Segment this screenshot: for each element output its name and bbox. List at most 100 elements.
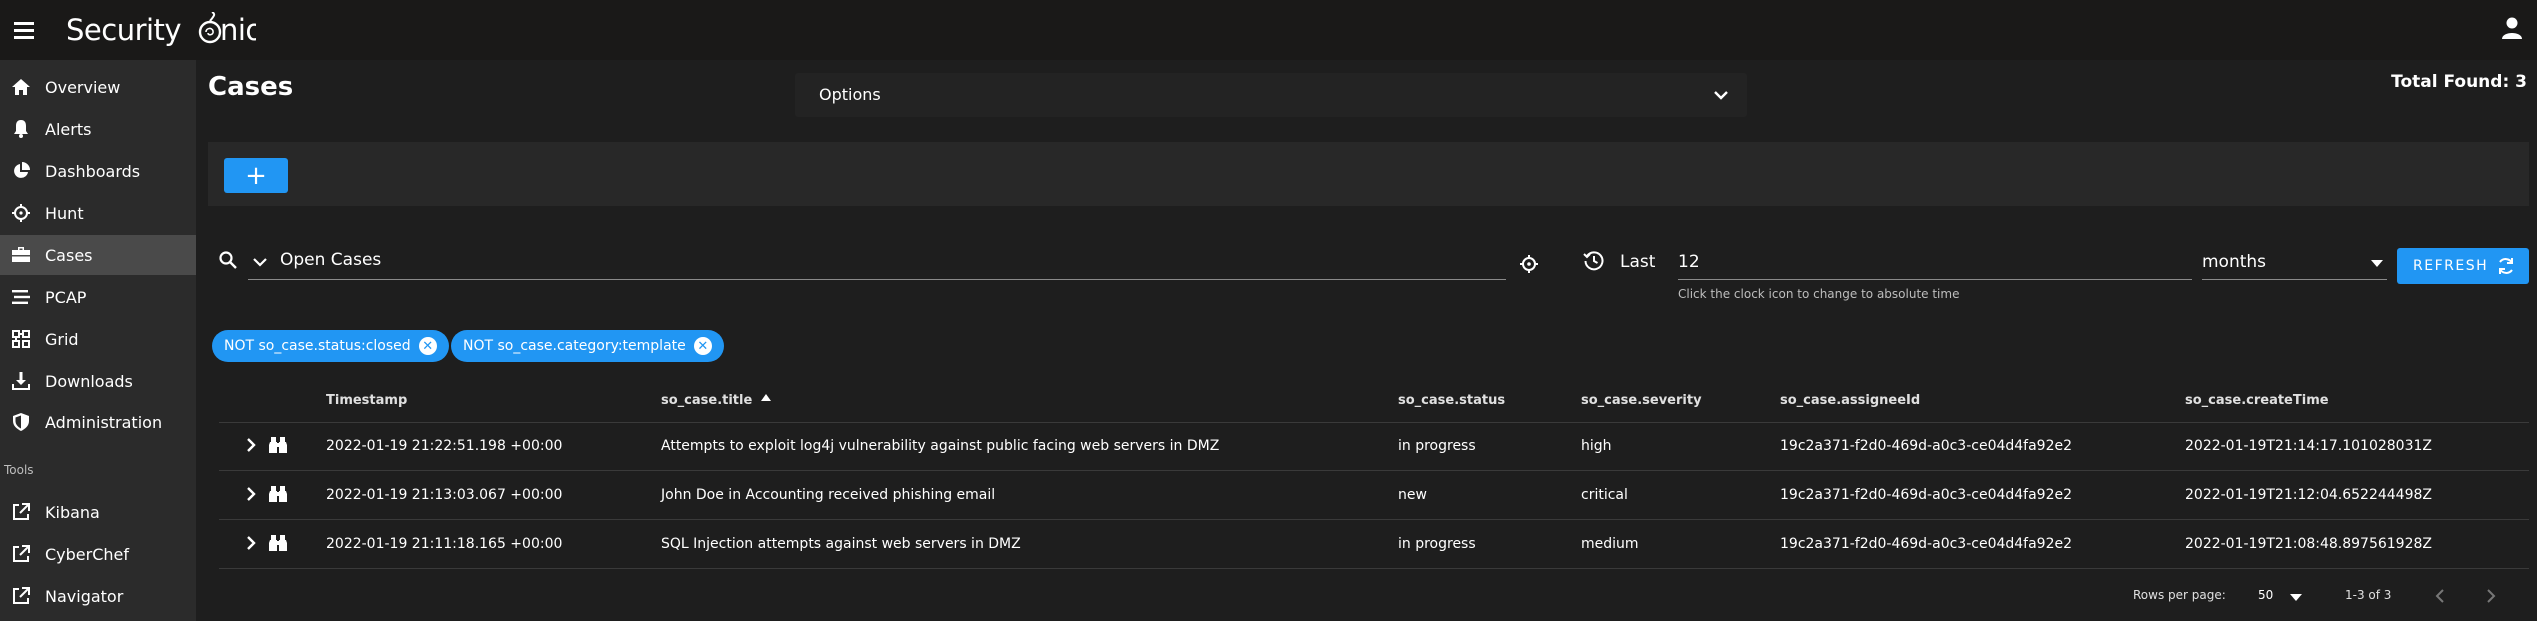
filter-chip-label: NOT so_case.category:template — [463, 338, 686, 354]
page-title: Cases — [208, 72, 294, 102]
crosshair-icon[interactable] — [1519, 254, 1539, 278]
pagination-range: 1-3 of 3 — [2345, 588, 2392, 602]
column-header-status[interactable]: so_case.status — [1398, 393, 1505, 408]
shield-icon — [11, 412, 31, 432]
sidebar-item-label: Administration — [45, 412, 163, 432]
sidebar-item-pcap[interactable]: PCAP — [0, 277, 196, 317]
pie-chart-icon — [11, 161, 31, 181]
column-header-timestamp[interactable]: Timestamp — [326, 393, 407, 408]
sidebar-item-label: Hunt — [45, 203, 84, 223]
briefcase-icon — [11, 245, 31, 265]
rows-per-page-label: Rows per page: — [2133, 588, 2226, 602]
chevron-right-icon[interactable] — [245, 486, 257, 506]
time-value-input[interactable]: 12 — [1678, 244, 2192, 280]
top-app-bar: Security nion — [0, 0, 2537, 60]
cell-severity: medium — [1581, 536, 1639, 552]
cell-assignee: 19c2a371-f2d0-469d-a0c3-ce04d4fa92e2 — [1780, 438, 2073, 454]
sidebar-item-label: Downloads — [45, 371, 133, 391]
chevron-right-icon[interactable] — [245, 535, 257, 555]
external-link-icon — [11, 544, 31, 564]
external-link-icon — [11, 502, 31, 522]
sidebar-item-label: CyberChef — [45, 544, 130, 564]
close-icon[interactable]: ✕ — [693, 337, 712, 355]
add-case-button[interactable]: + — [224, 158, 288, 193]
next-page-icon[interactable] — [2485, 588, 2497, 608]
sidebar-item-navigator[interactable]: Navigator — [0, 576, 196, 616]
sidebar-item-label: PCAP — [45, 287, 87, 307]
total-found: Total Found: 3 — [2391, 72, 2527, 92]
options-label: Options — [819, 85, 881, 104]
filter-chip-label: NOT so_case.status:closed — [224, 338, 411, 354]
sidebar-item-kibana[interactable]: Kibana — [0, 492, 196, 532]
sidebar-item-hunt[interactable]: Hunt — [0, 193, 196, 233]
sidebar-item-label: Alerts — [45, 119, 92, 139]
cell-timestamp: 2022-01-19 21:11:18.165 +00:00 — [326, 536, 563, 552]
stream-icon — [11, 287, 31, 307]
column-header-title[interactable]: so_case.title — [661, 393, 772, 408]
refresh-button[interactable]: REFRESH — [2397, 248, 2529, 284]
menu-icon[interactable] — [14, 18, 34, 40]
user-account-icon[interactable] — [2501, 16, 2523, 40]
cell-title: Attempts to exploit log4j vulnerability … — [661, 438, 1220, 454]
sidebar-item-overview[interactable]: Overview — [0, 67, 196, 107]
download-icon — [11, 371, 31, 391]
table-row: 2022-01-19 21:22:51.198 +00:00 Attempts … — [219, 423, 2529, 471]
history-clock-icon[interactable] — [1583, 250, 1605, 276]
sidebar-item-label: Overview — [45, 77, 121, 97]
binoculars-icon[interactable] — [269, 437, 287, 457]
table-row: 2022-01-19 21:11:18.165 +00:00 SQL Injec… — [219, 521, 2529, 569]
time-unit-select[interactable]: months — [2202, 244, 2387, 280]
chevron-down-icon — [1713, 87, 1729, 105]
filter-chip[interactable]: NOT so_case.category:template ✕ — [451, 330, 724, 362]
cell-severity: critical — [1581, 487, 1628, 503]
filter-chip[interactable]: NOT so_case.status:closed ✕ — [212, 330, 449, 362]
options-expander[interactable]: Options — [795, 73, 1747, 117]
svg-text:Security: Security — [66, 13, 181, 46]
rows-per-page-select[interactable]: 50 — [2258, 584, 2304, 608]
cell-assignee: 19c2a371-f2d0-469d-a0c3-ce04d4fa92e2 — [1780, 536, 2073, 552]
cell-status: new — [1398, 487, 1427, 503]
refresh-icon — [2499, 258, 2513, 274]
cell-timestamp: 2022-01-19 21:13:03.067 +00:00 — [326, 487, 563, 503]
grid-icon — [11, 329, 31, 349]
security-onion-logo: Security nion — [66, 11, 281, 47]
time-unit-value: months — [2202, 252, 2267, 272]
column-header-assignee[interactable]: so_case.assigneeId — [1780, 393, 1920, 408]
chevron-down-icon[interactable] — [252, 254, 268, 272]
add-case-panel: + — [208, 142, 2529, 206]
sidebar: Overview Alerts Dashboards Hunt Cases PC… — [0, 60, 196, 621]
search-icon[interactable] — [219, 251, 237, 273]
binoculars-icon[interactable] — [269, 486, 287, 506]
sidebar-item-administration[interactable]: Administration — [0, 402, 196, 442]
cell-assignee: 19c2a371-f2d0-469d-a0c3-ce04d4fa92e2 — [1780, 487, 2073, 503]
crosshairs-icon — [11, 203, 31, 223]
cell-timestamp: 2022-01-19 21:22:51.198 +00:00 — [326, 438, 563, 454]
external-link-icon — [11, 586, 31, 606]
chevron-right-icon[interactable] — [245, 437, 257, 457]
sidebar-item-dashboards[interactable]: Dashboards — [0, 151, 196, 191]
sidebar-item-label: Kibana — [45, 502, 100, 522]
sidebar-item-grid[interactable]: Grid — [0, 319, 196, 359]
column-header-label: so_case.title — [661, 393, 753, 408]
dropdown-arrow-icon — [2371, 260, 2383, 267]
query-input[interactable]: Open Cases — [248, 244, 1506, 280]
cell-title: SQL Injection attempts against web serve… — [661, 536, 1021, 552]
rows-per-page-value: 50 — [2258, 588, 2274, 602]
app-logo: Security nion — [66, 11, 281, 54]
sidebar-item-label: Dashboards — [45, 161, 141, 181]
column-header-severity[interactable]: so_case.severity — [1581, 393, 1702, 408]
close-icon[interactable]: ✕ — [418, 337, 437, 355]
sidebar-item-cyberchef[interactable]: CyberChef — [0, 534, 196, 574]
sort-ascending-icon — [760, 394, 771, 401]
sidebar-item-downloads[interactable]: Downloads — [0, 361, 196, 401]
binoculars-icon[interactable] — [269, 535, 287, 555]
home-icon — [11, 77, 31, 97]
cell-title: John Doe in Accounting received phishing… — [661, 487, 996, 503]
sidebar-item-alerts[interactable]: Alerts — [0, 109, 196, 149]
time-hint: Click the clock icon to change to absolu… — [1678, 287, 1960, 301]
svg-text:nion: nion — [220, 13, 256, 46]
column-header-createtime[interactable]: so_case.createTime — [2185, 393, 2329, 408]
dropdown-arrow-icon — [2290, 594, 2302, 601]
previous-page-icon[interactable] — [2434, 588, 2446, 608]
sidebar-item-cases[interactable]: Cases — [0, 235, 196, 275]
